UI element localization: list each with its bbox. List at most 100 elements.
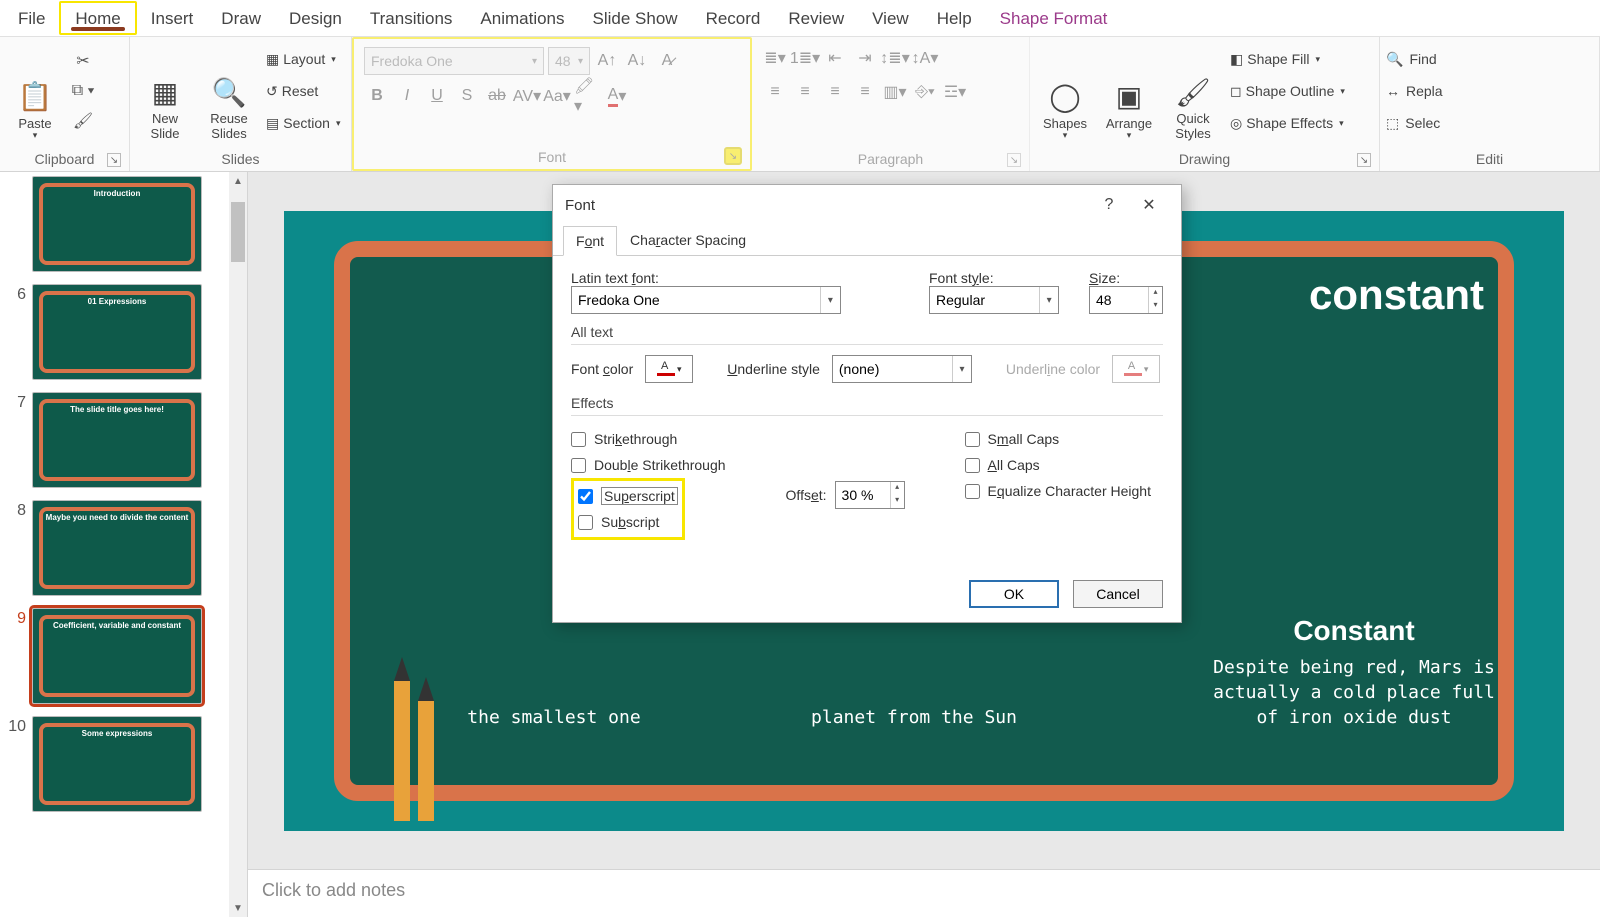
slide-thumbnail-row[interactable]: 8Maybe you need to divide the content: [4, 500, 243, 596]
grow-font-button[interactable]: A↑: [594, 48, 620, 74]
find-button[interactable]: 🔍 Find: [1386, 45, 1443, 73]
underline-style-input[interactable]: [833, 361, 952, 377]
copy-button[interactable]: ⧉ ▾: [70, 78, 96, 104]
char-spacing-button[interactable]: AV▾: [514, 83, 540, 109]
menu-help[interactable]: Help: [923, 3, 986, 33]
scroll-handle[interactable]: [231, 202, 245, 262]
shape-outline-button[interactable]: ◻ Shape Outline▾: [1228, 77, 1347, 105]
slide-thumbnail[interactable]: Some expressions: [32, 716, 202, 812]
justify-button[interactable]: ≡: [852, 79, 878, 105]
spin-down-icon[interactable]: ▾: [1149, 300, 1162, 313]
font-name-combo[interactable]: Fredoka One▾: [364, 47, 544, 75]
font-color-button[interactable]: A▾: [604, 83, 630, 109]
dropdown-icon[interactable]: ▾: [820, 287, 840, 313]
slide-thumbnail-row[interactable]: Introduction: [4, 176, 243, 272]
menu-file[interactable]: File: [4, 3, 59, 33]
dialog-help-button[interactable]: ?: [1089, 185, 1129, 225]
font-size-spinner[interactable]: ▴▾: [1089, 286, 1163, 314]
underline-style-combo[interactable]: ▾: [832, 355, 972, 383]
paste-button[interactable]: 📋 Paste ▾: [6, 41, 64, 141]
layout-button[interactable]: ▦ Layout▾: [264, 45, 342, 73]
align-text-button[interactable]: ⎆▾: [912, 79, 938, 105]
shrink-font-button[interactable]: A↓: [624, 48, 650, 74]
cut-button[interactable]: ✂: [70, 48, 96, 74]
slide-thumbnails-panel[interactable]: Introduction601 Expressions7The slide ti…: [0, 172, 248, 917]
shape-fill-button[interactable]: ◧ Shape Fill▾: [1228, 45, 1347, 73]
bold-button[interactable]: B: [364, 83, 390, 109]
superscript-checkbox[interactable]: Superscript: [578, 483, 678, 509]
slide-thumbnail-row[interactable]: 7The slide title goes here!: [4, 392, 243, 488]
strikethrough-button[interactable]: ab: [484, 83, 510, 109]
small-caps-checkbox[interactable]: Small Caps: [965, 426, 1151, 452]
italic-button[interactable]: I: [394, 83, 420, 109]
equalize-checkbox[interactable]: Equalize Character Height: [965, 478, 1151, 504]
line-spacing-button[interactable]: ↕≣▾: [882, 45, 908, 71]
menu-draw[interactable]: Draw: [207, 3, 275, 33]
columns-button[interactable]: ▥▾: [882, 79, 908, 105]
new-slide-button[interactable]: ▦ New Slide: [136, 41, 194, 141]
menu-shape-format[interactable]: Shape Format: [986, 3, 1122, 33]
align-right-button[interactable]: ≡: [822, 79, 848, 105]
tab-character-spacing[interactable]: Character Spacing: [617, 225, 759, 255]
shadow-button[interactable]: S: [454, 83, 480, 109]
offset-input[interactable]: [836, 487, 890, 503]
quick-styles-button[interactable]: 🖌Quick Styles: [1164, 41, 1222, 141]
slide-thumbnail-row[interactable]: 10Some expressions: [4, 716, 243, 812]
all-caps-checkbox[interactable]: All Caps: [965, 452, 1151, 478]
font-style-input[interactable]: [930, 292, 1039, 308]
clear-formatting-button[interactable]: A̷: [654, 48, 680, 74]
reuse-slides-button[interactable]: 🔍 Reuse Slides: [200, 41, 258, 141]
menu-design[interactable]: Design: [275, 3, 356, 33]
font-size-input[interactable]: [1090, 292, 1148, 308]
slide-thumbnail[interactable]: The slide title goes here!: [32, 392, 202, 488]
reset-button[interactable]: ↺ Reset: [264, 77, 342, 105]
section-button[interactable]: ▤ Section▾: [264, 109, 342, 137]
arrange-button[interactable]: ▣Arrange▾: [1100, 41, 1158, 141]
menu-transitions[interactable]: Transitions: [356, 3, 467, 33]
select-button[interactable]: ⬚ Selec: [1386, 109, 1443, 137]
latin-font-combo[interactable]: ▾: [571, 286, 841, 314]
clipboard-launcher[interactable]: ↘: [107, 153, 121, 167]
strikethrough-checkbox[interactable]: Strikethrough: [571, 426, 726, 452]
font-size-combo[interactable]: 48▾: [548, 47, 590, 75]
dialog-titlebar[interactable]: Font ? ✕: [553, 185, 1181, 225]
subscript-checkbox[interactable]: Subscript: [578, 509, 678, 535]
cancel-button[interactable]: Cancel: [1073, 580, 1163, 608]
scroll-up-icon[interactable]: ▲: [229, 172, 247, 190]
align-left-button[interactable]: ≡: [762, 79, 788, 105]
font-color-button[interactable]: ▾: [645, 355, 693, 383]
bullets-button[interactable]: ≣▾: [762, 45, 788, 71]
drawing-launcher[interactable]: ↘: [1357, 153, 1371, 167]
slide-thumbnail[interactable]: 01 Expressions: [32, 284, 202, 380]
highlight-button[interactable]: 🖍▾: [574, 83, 600, 109]
tab-font[interactable]: Font: [563, 226, 617, 256]
smartart-button[interactable]: ☲▾: [942, 79, 968, 105]
paragraph-launcher[interactable]: ↘: [1007, 153, 1021, 167]
scroll-down-icon[interactable]: ▼: [229, 899, 247, 917]
spin-up-icon[interactable]: ▴: [891, 482, 904, 495]
text-direction-button[interactable]: ↕A▾: [912, 45, 938, 71]
menu-review[interactable]: Review: [774, 3, 858, 33]
menu-record[interactable]: Record: [692, 3, 775, 33]
dialog-close-button[interactable]: ✕: [1129, 185, 1169, 225]
slide-thumbnail-row[interactable]: 9Coefficient, variable and constant: [4, 608, 243, 704]
offset-spinner[interactable]: ▴▾: [835, 481, 905, 509]
menu-insert[interactable]: Insert: [137, 3, 208, 33]
menu-animations[interactable]: Animations: [466, 3, 578, 33]
format-painter-button[interactable]: 🖌: [70, 108, 96, 134]
thumbnails-scrollbar[interactable]: ▲ ▼: [229, 172, 247, 917]
notes-pane[interactable]: Click to add notes: [248, 869, 1600, 917]
increase-indent-button[interactable]: ⇥: [852, 45, 878, 71]
menu-home[interactable]: Home: [59, 1, 136, 35]
spin-down-icon[interactable]: ▾: [891, 495, 904, 508]
underline-button[interactable]: U: [424, 83, 450, 109]
spin-up-icon[interactable]: ▴: [1149, 287, 1162, 300]
numbering-button[interactable]: 1≣▾: [792, 45, 818, 71]
font-style-combo[interactable]: ▾: [929, 286, 1059, 314]
font-dialog-launcher[interactable]: ↘: [724, 147, 742, 165]
dropdown-icon[interactable]: ▾: [952, 356, 971, 382]
decrease-indent-button[interactable]: ⇤: [822, 45, 848, 71]
slide-thumbnail[interactable]: Introduction: [32, 176, 202, 272]
dropdown-icon[interactable]: ▾: [1039, 287, 1058, 313]
menu-view[interactable]: View: [858, 3, 923, 33]
